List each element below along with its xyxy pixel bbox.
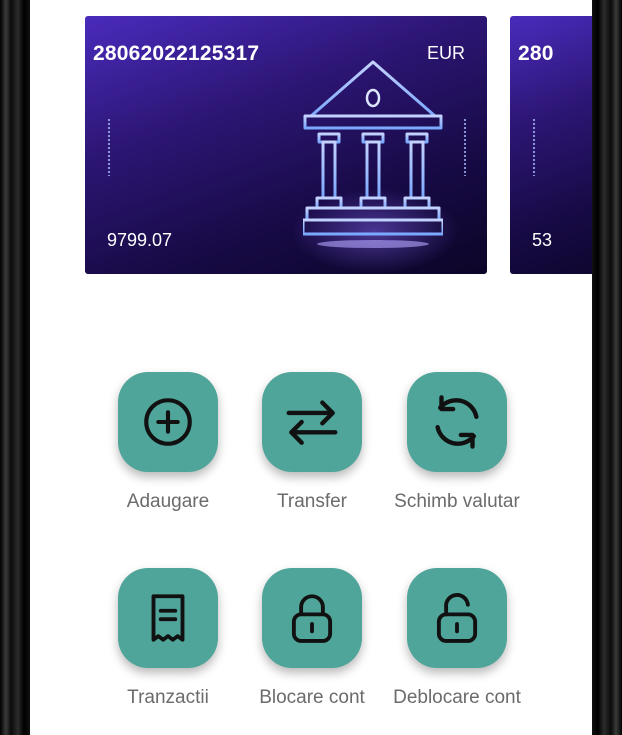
- unblock-account-tile[interactable]: [407, 568, 507, 668]
- transfer-button[interactable]: Transfer: [242, 372, 382, 514]
- unblock-account-label: Deblocare cont: [393, 687, 521, 708]
- add-label: Adaugare: [126, 491, 210, 512]
- transfer-arrows-icon: [286, 400, 338, 445]
- currency-exchange-button[interactable]: Schimb valutar: [387, 372, 527, 514]
- add-button[interactable]: Adaugare: [98, 372, 238, 514]
- transactions-tile[interactable]: [118, 568, 218, 668]
- block-account-label: Blocare cont: [259, 687, 365, 708]
- transactions-button[interactable]: Tranzactii: [98, 568, 238, 710]
- plus-circle-icon: [144, 398, 192, 446]
- screen: 28062022125317 EUR 9799.07 280 53 Adauga…: [30, 0, 592, 735]
- device-frame-right: [592, 0, 622, 735]
- lock-icon: [291, 594, 333, 643]
- device-frame-left: [0, 0, 30, 735]
- transactions-label: Tranzactii: [127, 687, 209, 708]
- add-tile[interactable]: [118, 372, 218, 472]
- currency-exchange-label: Schimb valutar: [394, 491, 520, 512]
- unblock-account-button[interactable]: Deblocare cont: [387, 568, 527, 710]
- block-account-tile[interactable]: [262, 568, 362, 668]
- unlock-icon: [436, 593, 478, 643]
- refresh-icon: [435, 395, 479, 449]
- transfer-tile[interactable]: [262, 372, 362, 472]
- currency-exchange-tile[interactable]: [407, 372, 507, 472]
- receipt-icon: [151, 594, 185, 642]
- actions-grid: Adaugare Transfer Schimb valutar Tranzac…: [30, 0, 592, 735]
- block-account-button[interactable]: Blocare cont: [242, 568, 382, 710]
- transfer-label: Transfer: [276, 491, 348, 512]
